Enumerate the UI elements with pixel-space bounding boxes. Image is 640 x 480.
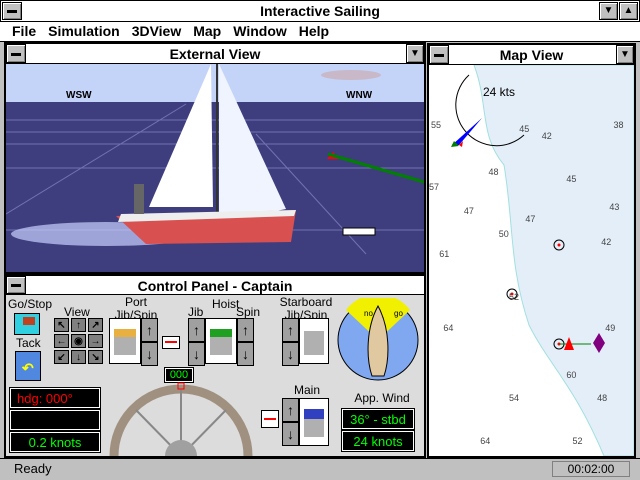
hoist-winch[interactable] <box>205 318 237 364</box>
window-title: Control Panel - Captain <box>137 278 293 294</box>
blank-display <box>9 409 101 431</box>
app-wind-label: App. Wind <box>354 391 410 405</box>
steering-wheel[interactable] <box>106 380 256 456</box>
heading-display: hdg: 000° <box>9 387 101 409</box>
depth-sounding: 43 <box>609 201 620 212</box>
scene-graphic: WSW WNW <box>6 64 424 272</box>
port-down-button[interactable]: ↓ <box>141 342 158 366</box>
depth-sounding: 42 <box>541 131 552 142</box>
3d-scene[interactable]: WSW WNW <box>6 64 424 272</box>
dropdown-button[interactable]: ▼ <box>616 45 634 64</box>
menu-window[interactable]: Window <box>233 23 287 39</box>
minimize-button[interactable]: ▼ <box>599 2 618 20</box>
control-panel-window: ▬ Control Panel - Captain Go/Stop Tack ↶… <box>4 274 426 458</box>
map-view-window: ▬ Map View ▼ 24 kts 45 42 38 55 48 57 45 47 43 47… <box>427 43 636 458</box>
depth-sounding: 61 <box>439 248 450 259</box>
elapsed-time: 00:02:00 <box>552 461 630 477</box>
starboard-winch[interactable] <box>299 318 329 364</box>
view-eye-button[interactable]: ◉ <box>71 334 86 348</box>
main-label: Main <box>294 383 321 397</box>
port-sheet-indicator <box>162 336 180 349</box>
depth-sounding: 60 <box>566 369 577 380</box>
spin-hoist-up-button[interactable]: ↑ <box>237 318 254 342</box>
menu-simulation[interactable]: Simulation <box>48 23 120 39</box>
wind-no-label: no <box>364 309 373 318</box>
view-down-left-button[interactable]: ↙ <box>54 350 69 364</box>
status-bar: Ready 00:02:00 <box>0 458 640 480</box>
menu-help[interactable]: Help <box>299 23 329 39</box>
view-up-left-button[interactable]: ↖ <box>54 318 69 332</box>
go-stop-label: Go/Stop <box>8 297 53 311</box>
wind-go-label: go <box>394 309 403 318</box>
main-down-button[interactable]: ↓ <box>282 422 299 446</box>
committee-boat <box>342 227 376 236</box>
system-menu-button[interactable]: ▬ <box>6 44 26 63</box>
menu-file[interactable]: File <box>12 23 36 39</box>
port-up-button[interactable]: ↑ <box>141 318 158 342</box>
menu-bar: File Simulation 3DView Map Window Help <box>0 22 640 42</box>
maximize-button[interactable]: ▲ <box>619 2 638 20</box>
depth-sounding: 52 <box>572 436 583 447</box>
main-up-button[interactable]: ↑ <box>282 398 299 422</box>
view-down-right-button[interactable]: ↘ <box>88 350 103 364</box>
go-stop-button[interactable] <box>14 313 40 335</box>
status-text: Ready <box>14 461 52 476</box>
wind-indicator: no go <box>337 298 419 381</box>
depth-sounding: 48 <box>597 393 608 404</box>
depth-sounding: 38 <box>613 119 624 130</box>
view-left-button[interactable]: ← <box>54 334 69 348</box>
view-down-button[interactable]: ↓ <box>71 350 86 364</box>
clouds <box>321 70 381 80</box>
compass-right-label: WNW <box>346 90 373 101</box>
spin-hoist-down-button[interactable]: ↓ <box>237 342 254 366</box>
depth-sounding: 54 <box>508 393 519 404</box>
depth-sounding: 47 <box>463 205 474 216</box>
depth-sounding: 55 <box>431 119 442 130</box>
wind-angle-display: 36° - stbd <box>341 408 415 430</box>
window-title: External View <box>169 46 261 62</box>
wind-speed-label: 24 kts <box>483 85 516 99</box>
sailor <box>134 184 144 214</box>
window-title: Map View <box>499 47 564 63</box>
depth-sounding: 50 <box>498 229 509 240</box>
tack-button[interactable]: ↶ <box>15 351 41 381</box>
depth-sounding: 45 <box>566 174 577 185</box>
depth-sounding: 47 <box>525 213 536 224</box>
main-sheet-indicator <box>261 410 279 428</box>
jib-hoist-up-button[interactable]: ↑ <box>188 318 205 342</box>
app-title-bar: ▬ Interactive Sailing ▼ ▲ <box>0 0 640 22</box>
jib-hoist-down-button[interactable]: ↓ <box>188 342 205 366</box>
view-up-right-button[interactable]: ↗ <box>88 318 103 332</box>
port-winch[interactable] <box>109 318 141 364</box>
starboard-up-button[interactable]: ↑ <box>282 318 299 342</box>
app-title: Interactive Sailing <box>260 3 380 19</box>
menu-3dview[interactable]: 3DView <box>132 23 182 39</box>
depth-sounding: 45 <box>519 123 530 134</box>
depth-sounding: 64 <box>480 436 491 447</box>
compass-left-label: WSW <box>66 90 92 101</box>
external-view-window: ▬ External View ▼ WSW WNW <box>4 42 426 274</box>
depth-sounding: 42 <box>601 237 612 248</box>
tack-label: Tack <box>16 336 41 350</box>
main-winch[interactable] <box>299 398 329 446</box>
system-menu-button[interactable]: ▬ <box>6 276 26 294</box>
view-up-button[interactable]: ↑ <box>71 318 86 332</box>
starboard-down-button[interactable]: ↓ <box>282 342 299 366</box>
depth-sounding: 52 <box>508 291 519 302</box>
tack-arrow-icon: ↶ <box>22 360 34 376</box>
menu-map[interactable]: Map <box>193 23 221 39</box>
depth-sounding: 49 <box>605 323 616 334</box>
depth-sounding: 64 <box>443 323 454 334</box>
view-direction-pad: ↖ ↑ ↗ ← ◉ → ↙ ↓ ↘ <box>54 318 103 364</box>
speed-display: 0.2 knots <box>9 431 101 453</box>
map-canvas[interactable]: 24 kts 45 42 38 55 48 57 45 47 43 47 50 42 61 52 64 49 6… <box>429 65 634 456</box>
view-right-button[interactable]: → <box>88 334 103 348</box>
wind-speed-display: 24 knots <box>341 430 415 452</box>
depth-sounding: 57 <box>429 182 440 193</box>
dropdown-button[interactable]: ▼ <box>406 44 424 63</box>
flag-icon <box>23 317 35 325</box>
depth-sounding: 48 <box>488 166 499 177</box>
system-menu-button[interactable]: ▬ <box>2 2 22 20</box>
system-menu-button[interactable]: ▬ <box>429 45 449 64</box>
